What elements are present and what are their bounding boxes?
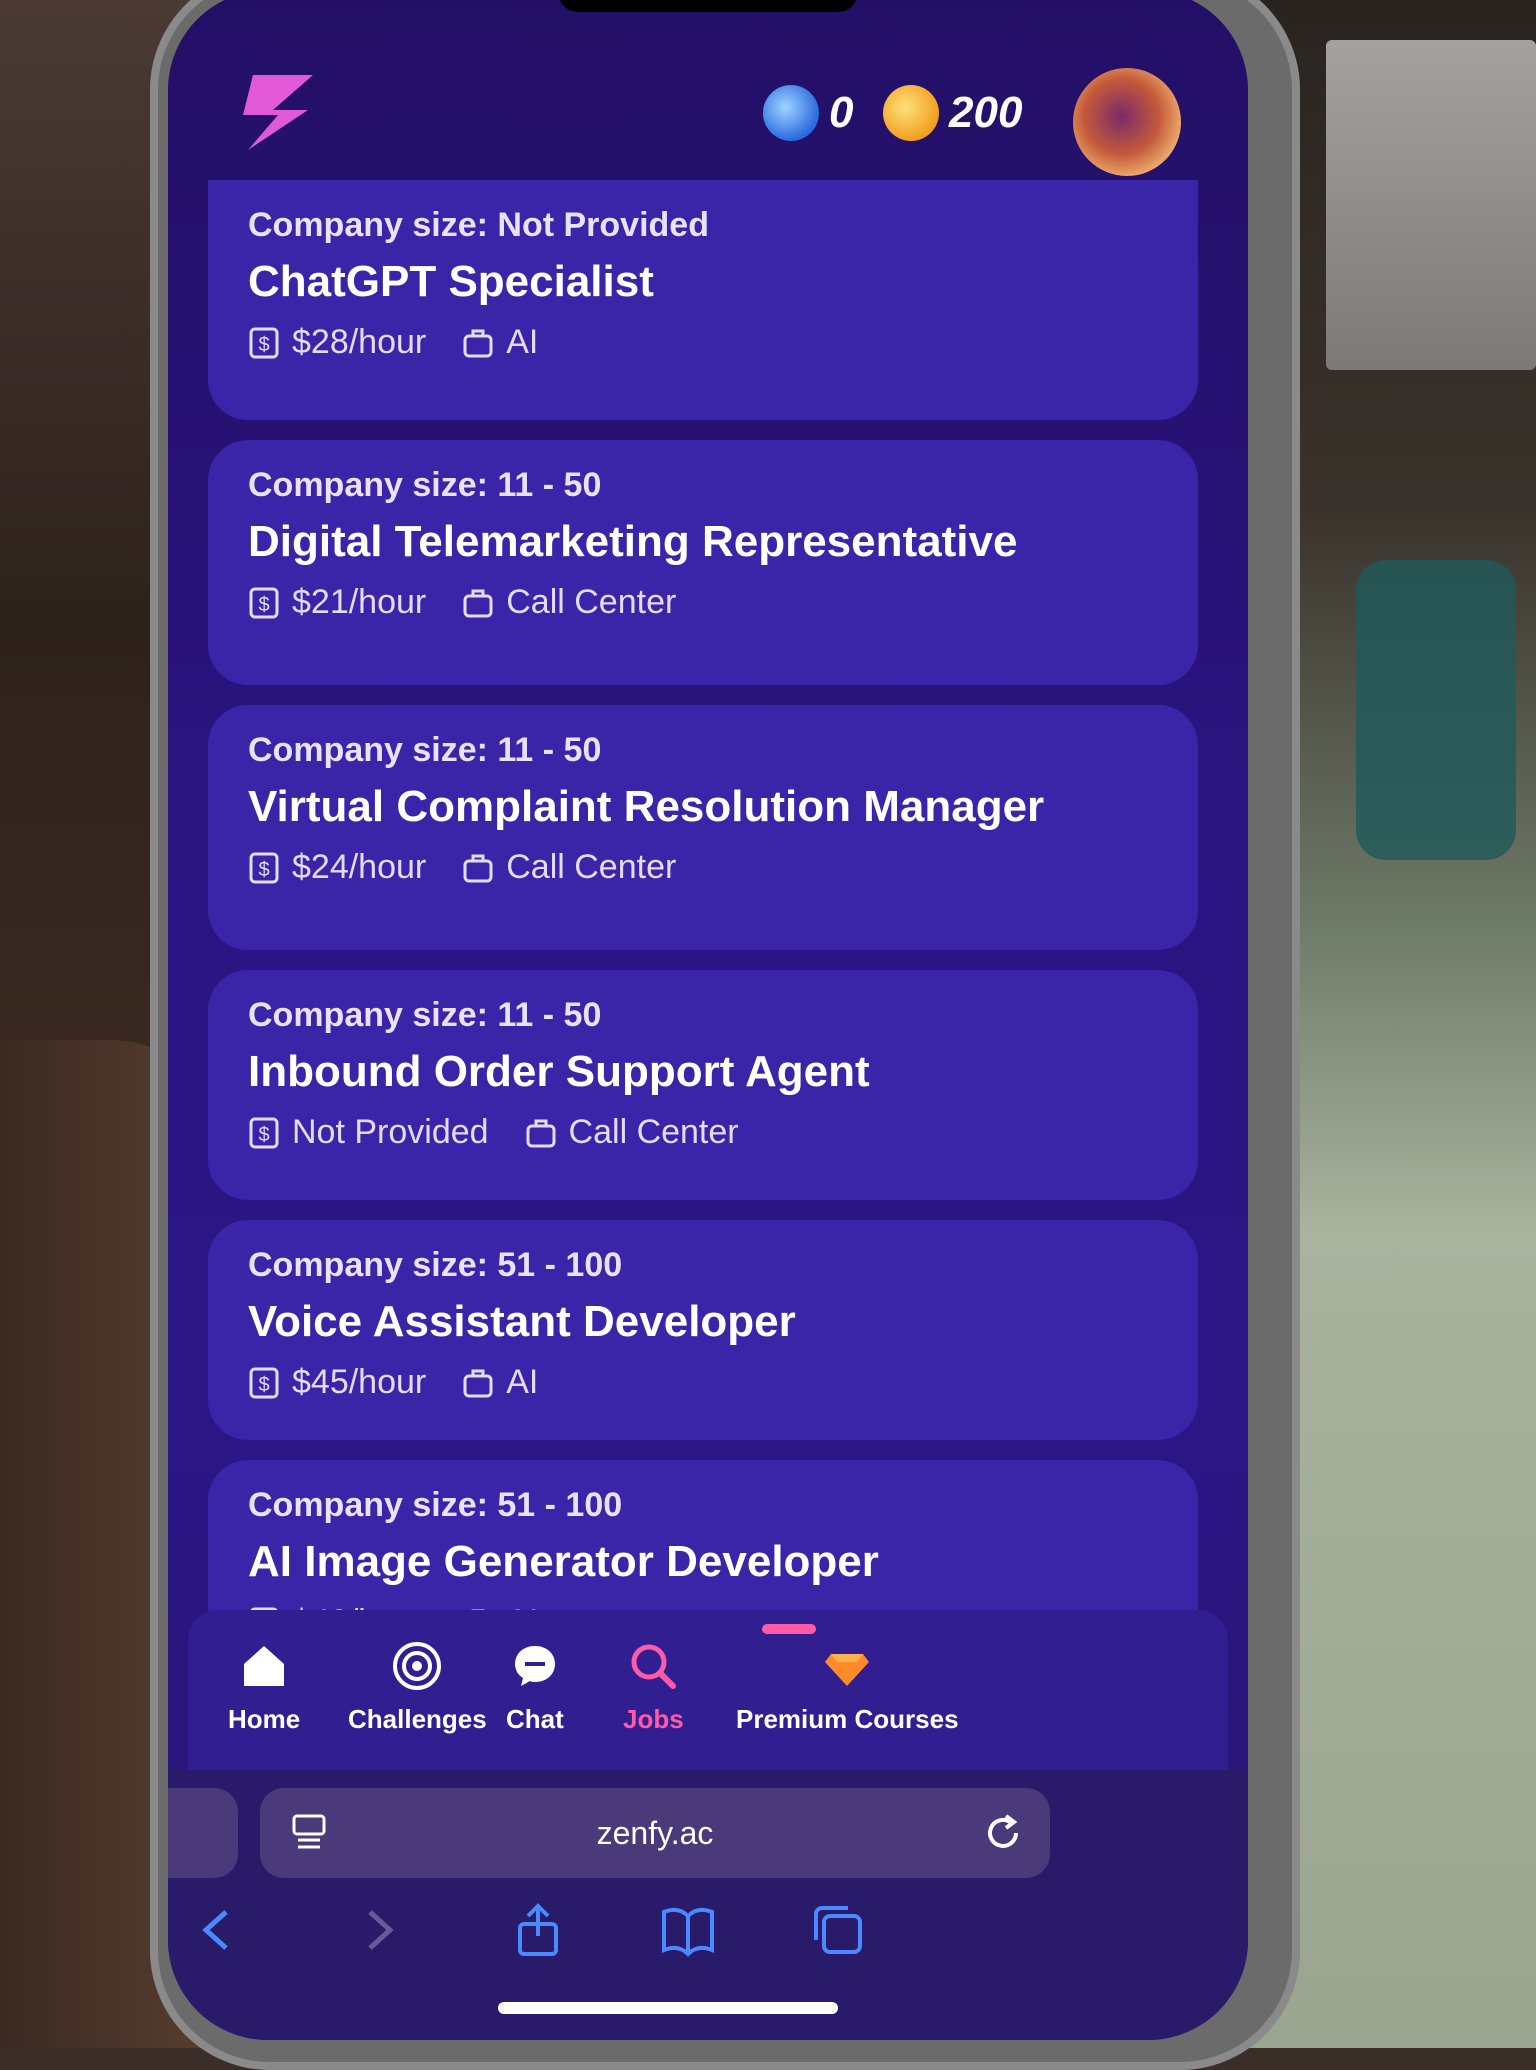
nav-item-challenges[interactable]: Challenges [348,1640,487,1735]
job-card[interactable]: Company size: 11 - 50 Inbound Order Supp… [208,970,1198,1200]
briefcase-icon [463,854,493,882]
job-category: AI [506,1363,539,1401]
job-card[interactable]: Company size: 51 - 100 Voice Assistant D… [208,1220,1198,1440]
gold-coin-count: 200 [949,88,1023,137]
job-title: Inbound Order Support Agent [248,1047,870,1096]
background-object-teal [1356,560,1516,860]
job-title: ChatGPT Specialist [248,257,654,306]
job-category: Call Center [506,848,677,886]
svg-text:$: $ [258,859,269,881]
zenfy-logo-icon[interactable] [233,65,323,155]
forward-icon[interactable] [348,1900,408,1960]
job-company-size: Company size: 11 - 50 [248,466,602,504]
nav-label: Jobs [623,1704,684,1734]
search-icon [631,1644,677,1689]
briefcase-icon [463,329,493,357]
job-category: Call Center [506,583,677,621]
page-menu-icon[interactable] [290,1812,328,1854]
job-card[interactable]: Company size: 11 - 50 Virtual Complaint … [208,705,1198,950]
job-category: Call Center [568,1113,739,1151]
bottom-nav: Home Challenges Chat Jobs Premium Course… [188,1610,1228,1770]
nav-item-home[interactable]: Home [228,1640,300,1735]
nav-item-premium-courses[interactable]: Premium Courses [736,1640,959,1735]
money-icon: $ [249,852,279,883]
job-title: AI Image Generator Developer [248,1537,879,1586]
job-title: Digital Telemarketing Representative [248,517,1018,566]
url-text: zenfy.ac [596,1814,714,1851]
home-indicator[interactable] [498,2002,838,2014]
blue-gem-counter[interactable]: 0 [763,85,853,141]
dynamic-island [558,0,858,12]
nav-label: Premium Courses [736,1704,959,1734]
chat-icon [514,1646,555,1686]
job-card[interactable]: Company size: Not Provided ChatGPT Speci… [208,180,1198,420]
job-title: Virtual Complaint Resolution Manager [248,782,1045,831]
phone-screen: 0 200 Company size: Not Provided ChatGPT… [168,0,1248,2040]
money-icon: $ [249,1117,279,1148]
nav-label: Challenges [348,1704,487,1734]
gold-coin-counter[interactable]: 200 [883,85,1022,141]
target-icon [393,1642,442,1690]
job-pay: $45/hour [292,1363,427,1401]
reload-icon[interactable] [980,1810,1026,1856]
svg-text:$: $ [258,1374,269,1396]
briefcase-icon [463,589,493,617]
back-icon[interactable] [188,1900,248,1960]
briefcase-icon [526,1119,556,1147]
bookmarks-icon[interactable] [658,1900,718,1960]
active-tab-indicator [762,1624,816,1634]
share-icon[interactable] [508,1900,568,1960]
money-icon: $ [249,1367,279,1398]
job-company-size: Company size: 11 - 50 [248,996,602,1034]
home-icon [244,1646,285,1686]
money-icon: $ [249,587,279,618]
previous-tab-preview[interactable] [168,1788,238,1878]
diamond-icon [825,1654,870,1686]
svg-text:$: $ [258,594,269,616]
svg-text:$: $ [258,334,269,356]
tabs-icon[interactable] [808,1900,868,1960]
nav-label: Chat [506,1704,564,1734]
briefcase-icon [463,1369,493,1397]
background-object [1326,40,1536,370]
gold-coin-icon [883,85,939,141]
job-category: AI [506,323,539,361]
blue-gem-count: 0 [829,88,854,137]
job-pay: Not Provided [292,1113,489,1151]
job-card[interactable]: Company size: 11 - 50 Digital Telemarket… [208,440,1198,685]
money-icon: $ [249,327,279,358]
nav-label: Home [228,1704,301,1734]
job-company-size: Company size: 11 - 50 [248,731,602,769]
job-pay: $24/hour [292,848,427,886]
nav-item-chat[interactable]: Chat [506,1640,564,1735]
job-company-size: Company size: Not Provided [248,206,709,244]
svg-text:$: $ [258,1124,269,1146]
job-company-size: Company size: 51 - 100 [248,1246,623,1284]
blue-gem-icon [763,85,819,141]
job-pay: $28/hour [292,323,427,361]
nav-item-jobs[interactable]: Jobs [623,1640,684,1735]
job-title: Voice Assistant Developer [248,1297,796,1346]
address-bar[interactable]: zenfy.ac [260,1788,1050,1878]
job-pay: $21/hour [292,583,427,621]
job-company-size: Company size: 51 - 100 [248,1486,623,1524]
profile-avatar[interactable] [1073,68,1181,176]
